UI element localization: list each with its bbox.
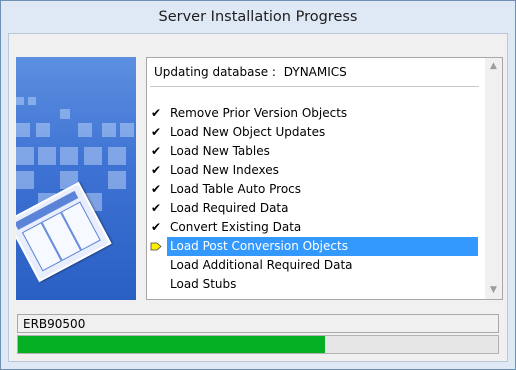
progress-bar-fill: [18, 336, 326, 353]
step-label: Load New Tables: [170, 144, 270, 158]
installer-artwork: [16, 57, 136, 300]
installer-window: Server Installation Progress Updating da…: [0, 0, 516, 370]
step-item: ✔ Load Required Data: [147, 199, 479, 218]
step-item: Load Stubs: [147, 275, 479, 294]
checkmark-icon: ✔: [151, 220, 162, 234]
window-title: Server Installation Progress: [158, 9, 358, 25]
divider: [150, 86, 479, 87]
step-item: ✔ Remove Prior Version Objects: [147, 104, 479, 123]
step-label: Load New Indexes: [170, 163, 279, 177]
step-item: ✔ Load New Indexes: [147, 161, 479, 180]
step-label: Load Stubs: [170, 277, 237, 291]
checkmark-icon: ✔: [151, 201, 162, 215]
step-label: Load Table Auto Procs: [170, 182, 302, 196]
dialog-client-area: Updating database : DYNAMICS ✔ Remove Pri…: [8, 33, 508, 362]
step-item: ✔ Load Table Auto Procs: [147, 180, 479, 199]
step-label: Convert Existing Data: [170, 220, 302, 234]
step-label: Load Additional Required Data: [170, 258, 353, 272]
current-step-arrow-icon: [150, 242, 162, 251]
checkmark-icon: ✔: [151, 125, 162, 139]
step-label: Load Post Conversion Objects: [170, 239, 348, 253]
status-text: ERB90500: [17, 314, 499, 333]
vertical-scrollbar[interactable]: ▲ ▼: [485, 58, 502, 299]
step-item: Load Post Conversion Objects: [147, 237, 479, 256]
checkmark-icon: ✔: [151, 144, 162, 158]
progress-bar: [17, 335, 499, 354]
checkmark-icon: ✔: [151, 163, 162, 177]
database-name: DYNAMICS: [283, 65, 347, 79]
scroll-down-icon[interactable]: ▼: [485, 282, 502, 299]
scroll-up-icon[interactable]: ▲: [485, 58, 502, 75]
step-label: Remove Prior Version Objects: [170, 106, 348, 120]
checkmark-icon: ✔: [151, 106, 162, 120]
step-item: ✔ Convert Existing Data: [147, 218, 479, 237]
step-item: ✔ Load New Tables: [147, 142, 479, 161]
step-item: Load Additional Required Data: [147, 256, 479, 275]
checkmark-icon: ✔: [151, 182, 162, 196]
installation-steps-panel: Updating database : DYNAMICS ✔ Remove Pri…: [146, 57, 503, 300]
database-status: Updating database : DYNAMICS: [154, 65, 347, 79]
step-item: ✔ Load New Object Updates: [147, 123, 479, 142]
step-label: Load Required Data: [170, 201, 289, 215]
step-label: Load New Object Updates: [170, 125, 326, 139]
database-label: Updating database :: [154, 65, 276, 79]
